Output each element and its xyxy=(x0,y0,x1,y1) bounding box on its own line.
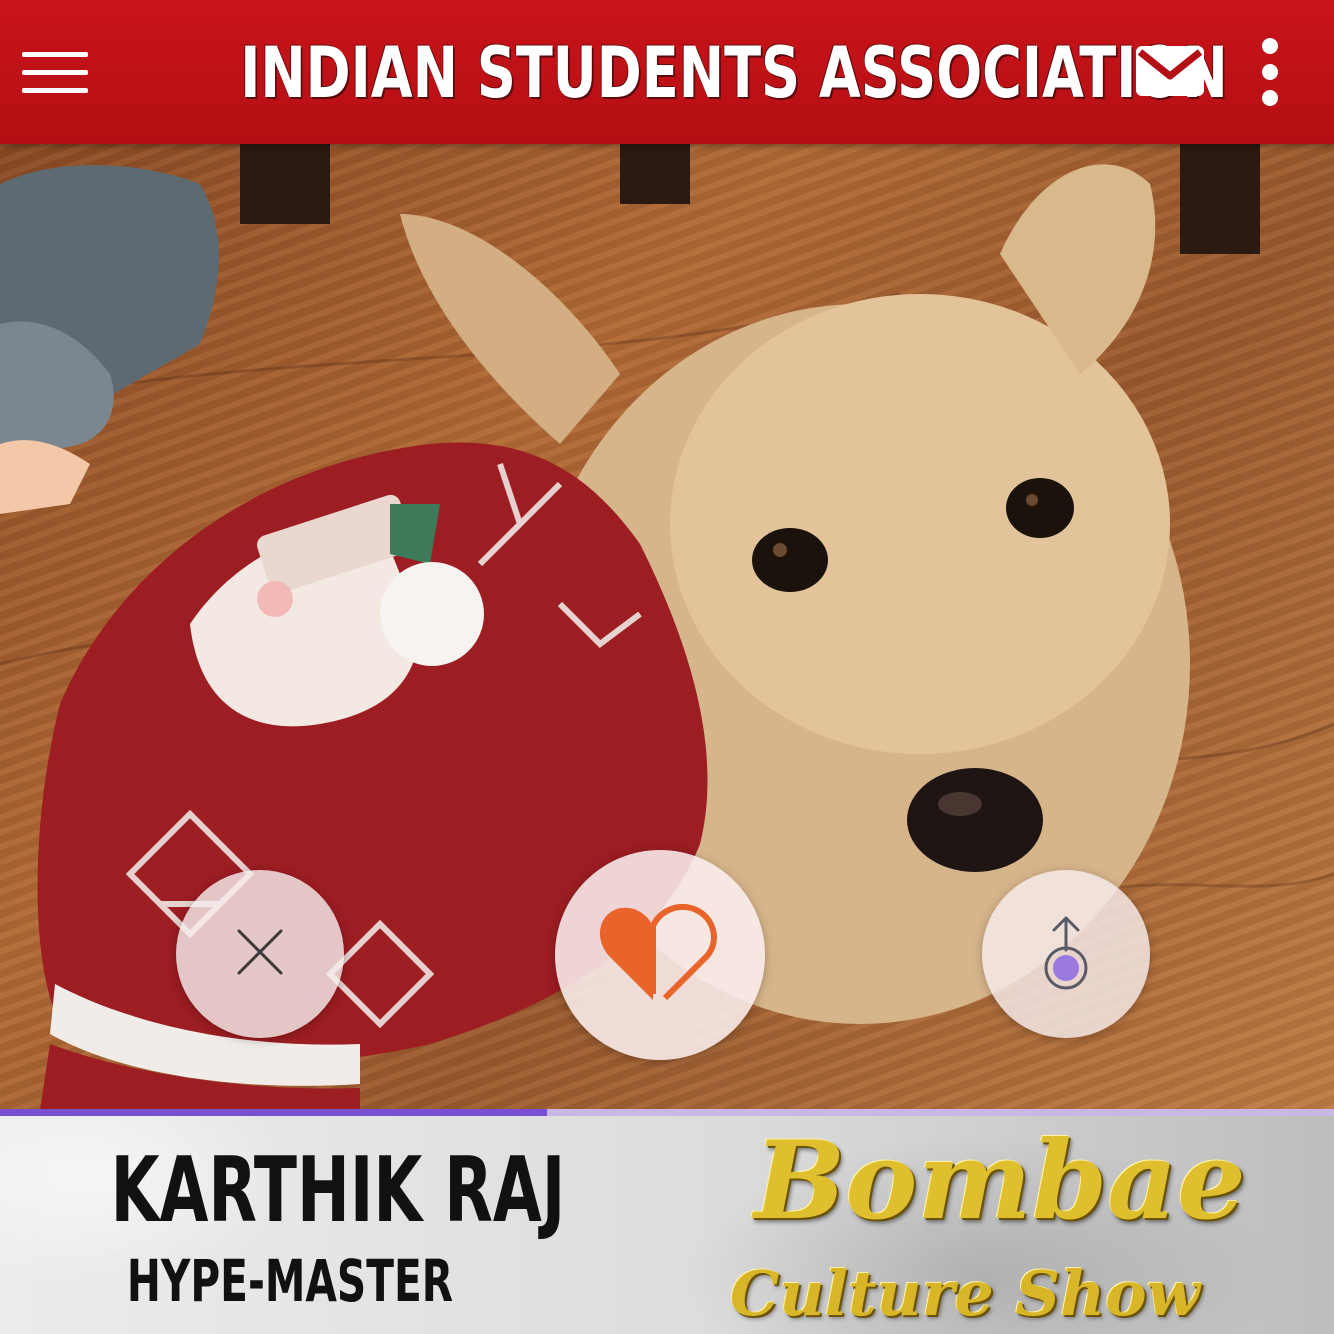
heart-icon xyxy=(595,898,725,1012)
member-role: HYPE-MASTER xyxy=(126,1247,454,1315)
dismiss-button[interactable] xyxy=(176,870,344,1038)
profile-panel: KARTHIK RAJ HYPE-MASTER Bombae Culture S… xyxy=(0,1116,1334,1334)
more-vertical-icon[interactable] xyxy=(1250,36,1290,108)
app-title: INDIAN STUDENTS ASSOCIATION xyxy=(240,32,1228,114)
menu-icon[interactable] xyxy=(20,50,90,96)
mail-icon[interactable] xyxy=(1136,46,1204,96)
story-progress-bar xyxy=(0,1109,1334,1116)
event-subtitle: Culture Show xyxy=(730,1257,1200,1330)
share-button[interactable] xyxy=(982,870,1150,1038)
like-button[interactable] xyxy=(555,850,765,1060)
member-name: KARTHIK RAJ xyxy=(110,1138,566,1243)
event-title: Bombae xyxy=(754,1118,1246,1244)
close-icon xyxy=(235,927,285,981)
story-progress-fill xyxy=(0,1109,547,1116)
share-icon xyxy=(1036,914,1096,994)
app-bar: INDIAN STUDENTS ASSOCIATION xyxy=(0,0,1334,144)
